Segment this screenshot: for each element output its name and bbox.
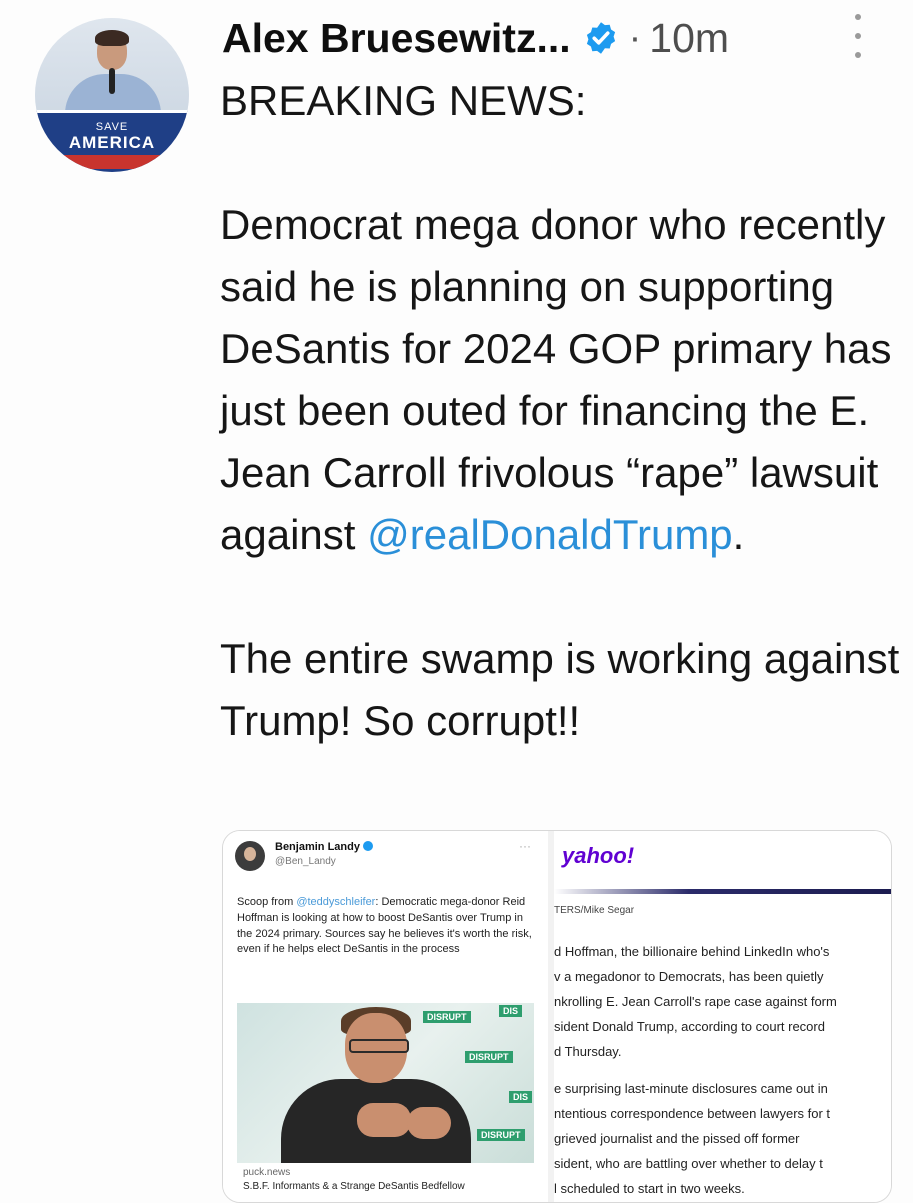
article-line: ntentious correspondence between lawyers… <box>554 1106 831 1121</box>
tweet-paragraph-main: Democrat mega donor who recently said he… <box>220 194 900 566</box>
article-line: d Hoffman, the billionaire behind Linked… <box>554 944 830 959</box>
embedded-author-name: Benjamin Landy <box>275 841 373 853</box>
tweet-header: Alex Bruesewitz... · 10m <box>222 12 729 64</box>
embedded-link-title: S.B.F. Informants & a Strange DeSantis B… <box>243 1181 465 1192</box>
verified-badge-icon <box>586 22 615 54</box>
article-line: nkrolling E. Jean Carroll's rape case ag… <box>554 994 837 1009</box>
article-line: grieved journalist and the pissed off fo… <box>554 1131 800 1146</box>
article-line: v a megadonor to Democrats, has been qui… <box>554 969 824 984</box>
more-options-icon[interactable] <box>848 14 868 58</box>
photo-person-hand <box>407 1107 451 1139</box>
article-line: e surprising last-minute disclosures cam… <box>554 1081 828 1096</box>
tweet-paragraph-text: Democrat mega donor who recently said he… <box>220 201 892 558</box>
photo-sign: DISRUPT <box>477 1129 525 1141</box>
article-image-strip <box>554 889 891 894</box>
embedded-mention: @teddyschleifer <box>296 896 376 908</box>
embedded-text-prefix: Scoop from <box>237 896 297 908</box>
article-line: sident Donald Trump, according to court … <box>554 1019 825 1034</box>
photo-person-hand <box>357 1103 411 1137</box>
embedded-link-source: puck.news <box>243 1167 291 1178</box>
tweet-body: BREAKING NEWS: Democrat mega donor who r… <box>220 70 900 752</box>
article-line: l scheduled to start in two weeks. <box>554 1181 745 1196</box>
embedded-tweet-text: Scoop from @teddyschleifer: Democratic m… <box>237 895 537 958</box>
tweet-timestamp[interactable]: 10m <box>649 15 729 62</box>
embedded-author-name-text: Benjamin Landy <box>275 841 360 853</box>
avatar-banner-stripe <box>35 155 189 169</box>
avatar-figure-hair <box>95 30 129 46</box>
media-image-left[interactable]: Benjamin Landy @Ben_Landy ··· Scoop from… <box>223 831 554 1202</box>
yahoo-logo: yahoo! <box>562 843 635 868</box>
avatar-microphone <box>109 68 115 94</box>
tweet-paragraph-end: . <box>732 511 745 558</box>
avatar-banner-line2: AMERICA <box>68 133 156 152</box>
avatar-banner: SAVE AMERICA <box>35 110 189 172</box>
embedded-more-icon: ··· <box>519 839 531 853</box>
photo-sign: DISRUPT <box>423 1011 471 1023</box>
article-line: d Thursday. <box>554 1044 622 1059</box>
photo-sign: DIS <box>509 1091 533 1103</box>
author-name[interactable]: Alex Bruesewitz... <box>222 15 571 62</box>
tweet-paragraph-closing: The entire swamp is working against Trum… <box>220 635 900 744</box>
photo-credit: TERS/Mike Segar <box>554 905 635 916</box>
embedded-verified-icon <box>362 841 373 851</box>
time-separator: · <box>628 16 642 59</box>
photo-sign: DISRUPT <box>465 1051 513 1063</box>
article-line: sident, who are battling over whether to… <box>554 1156 823 1171</box>
tweet-media[interactable]: Benjamin Landy @Ben_Landy ··· Scoop from… <box>222 830 892 1203</box>
embedded-handle: @Ben_Landy <box>275 856 336 867</box>
photo-sign: DIS <box>499 1005 523 1017</box>
avatar-banner-line1: SAVE <box>95 121 129 133</box>
embedded-photo: DISRUPT DIS DISRUPT DIS DISRUPT <box>237 1003 534 1163</box>
mention-link[interactable]: @realDonaldTrump <box>367 511 733 558</box>
embedded-avatar <box>235 841 265 871</box>
media-image-right[interactable]: yahoo! TERS/Mike Segar d Hoffman, the bi… <box>554 831 891 1202</box>
author-avatar[interactable]: SAVE AMERICA <box>35 18 189 172</box>
photo-person-glasses <box>349 1039 409 1053</box>
tweet-line-breaking: BREAKING NEWS: <box>220 77 587 124</box>
